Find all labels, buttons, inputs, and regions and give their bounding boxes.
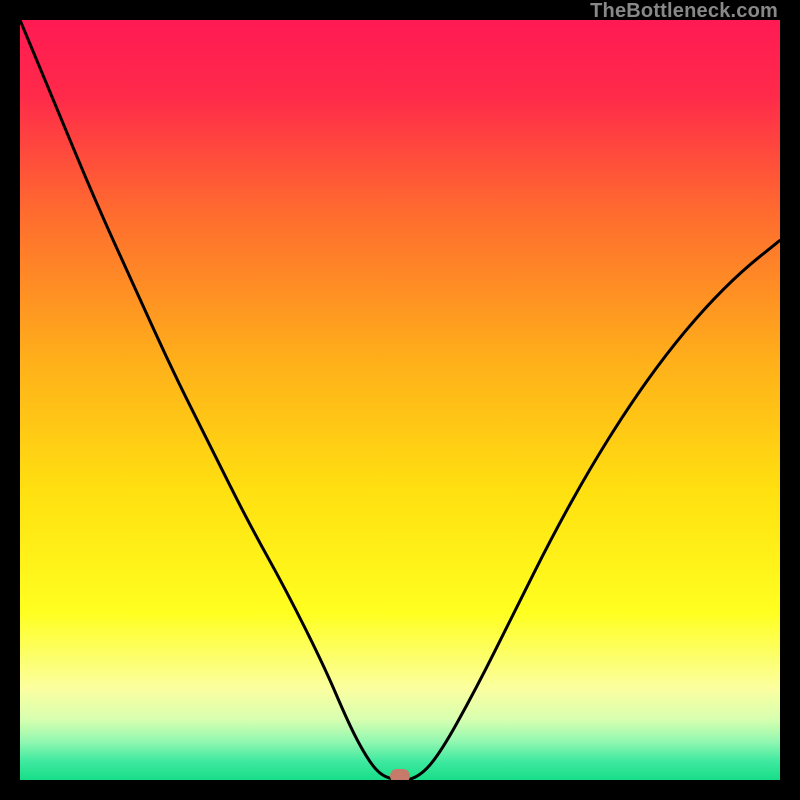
optimal-point-marker: [390, 769, 410, 780]
bottleneck-curve: [20, 20, 780, 780]
chart-frame: TheBottleneck.com: [0, 0, 800, 800]
plot-area: [20, 20, 780, 780]
watermark-text: TheBottleneck.com: [590, 0, 778, 23]
